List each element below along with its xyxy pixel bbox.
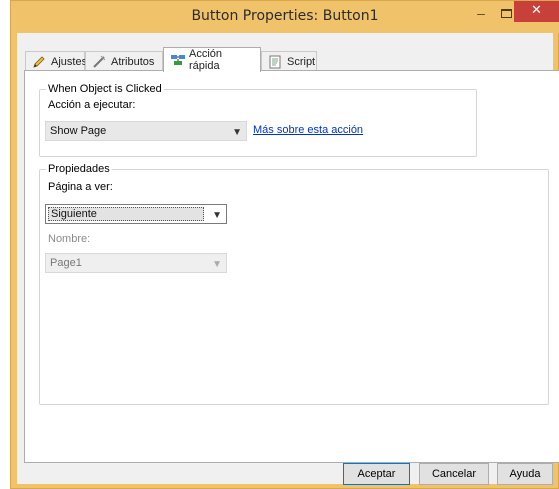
name-select: Page1 ▼ <box>45 253 227 273</box>
tab-script[interactable]: Script <box>261 51 317 71</box>
name-label: Nombre: <box>48 233 91 245</box>
page-label: Página a ver: <box>48 181 113 193</box>
ok-button[interactable]: Aceptar <box>343 463 410 485</box>
page-select-value: Siguiente <box>48 207 204 221</box>
group-title: When Object is Clicked <box>46 83 164 95</box>
action-select[interactable]: Show Page ▼ <box>45 121 247 141</box>
pencil-icon <box>32 55 46 69</box>
chevron-down-icon: ▼ <box>212 210 222 221</box>
title-bar[interactable]: Button Properties: Button1 – ✕ <box>11 1 559 33</box>
more-about-action-link[interactable]: Más sobre esta acción <box>253 124 363 136</box>
tab-label: Atributos <box>111 55 155 68</box>
action-select-value: Show Page <box>50 125 107 137</box>
tab-atributos[interactable]: Atributos <box>85 51 163 71</box>
name-select-value: Page1 <box>50 257 82 269</box>
chevron-down-icon: ▼ <box>212 259 222 270</box>
quick-action-icon <box>170 53 185 67</box>
tab-accion-rapida[interactable]: Acción rápida <box>163 47 261 72</box>
script-icon <box>268 55 282 69</box>
tab-label: Ajustes <box>51 55 88 68</box>
minimize-button[interactable]: – <box>471 5 491 23</box>
tab-label: Acción rápida <box>189 48 223 72</box>
group-title: Propiedades <box>46 163 112 175</box>
tab-panel-accion-rapida: When Object is Clicked Acción a ejecutar… <box>24 70 559 463</box>
cancel-button[interactable]: Cancelar <box>419 463 489 485</box>
wand-icon <box>92 55 106 69</box>
help-button[interactable]: Ayuda <box>497 463 553 485</box>
maximize-icon <box>501 9 512 18</box>
close-button[interactable]: ✕ <box>514 1 559 22</box>
chevron-down-icon: ▼ <box>232 127 242 138</box>
dialog-window: Button Properties: Button1 – ✕ Ajustes A… <box>10 0 559 489</box>
page-select[interactable]: Siguiente ▼ <box>45 204 227 224</box>
tab-label: Script <box>287 55 316 68</box>
action-label: Acción a ejecutar: <box>48 99 136 111</box>
tab-ajustes[interactable]: Ajustes <box>25 51 88 71</box>
dialog-client-area: Ajustes Atributos Acción rápida Script W… <box>17 33 559 485</box>
